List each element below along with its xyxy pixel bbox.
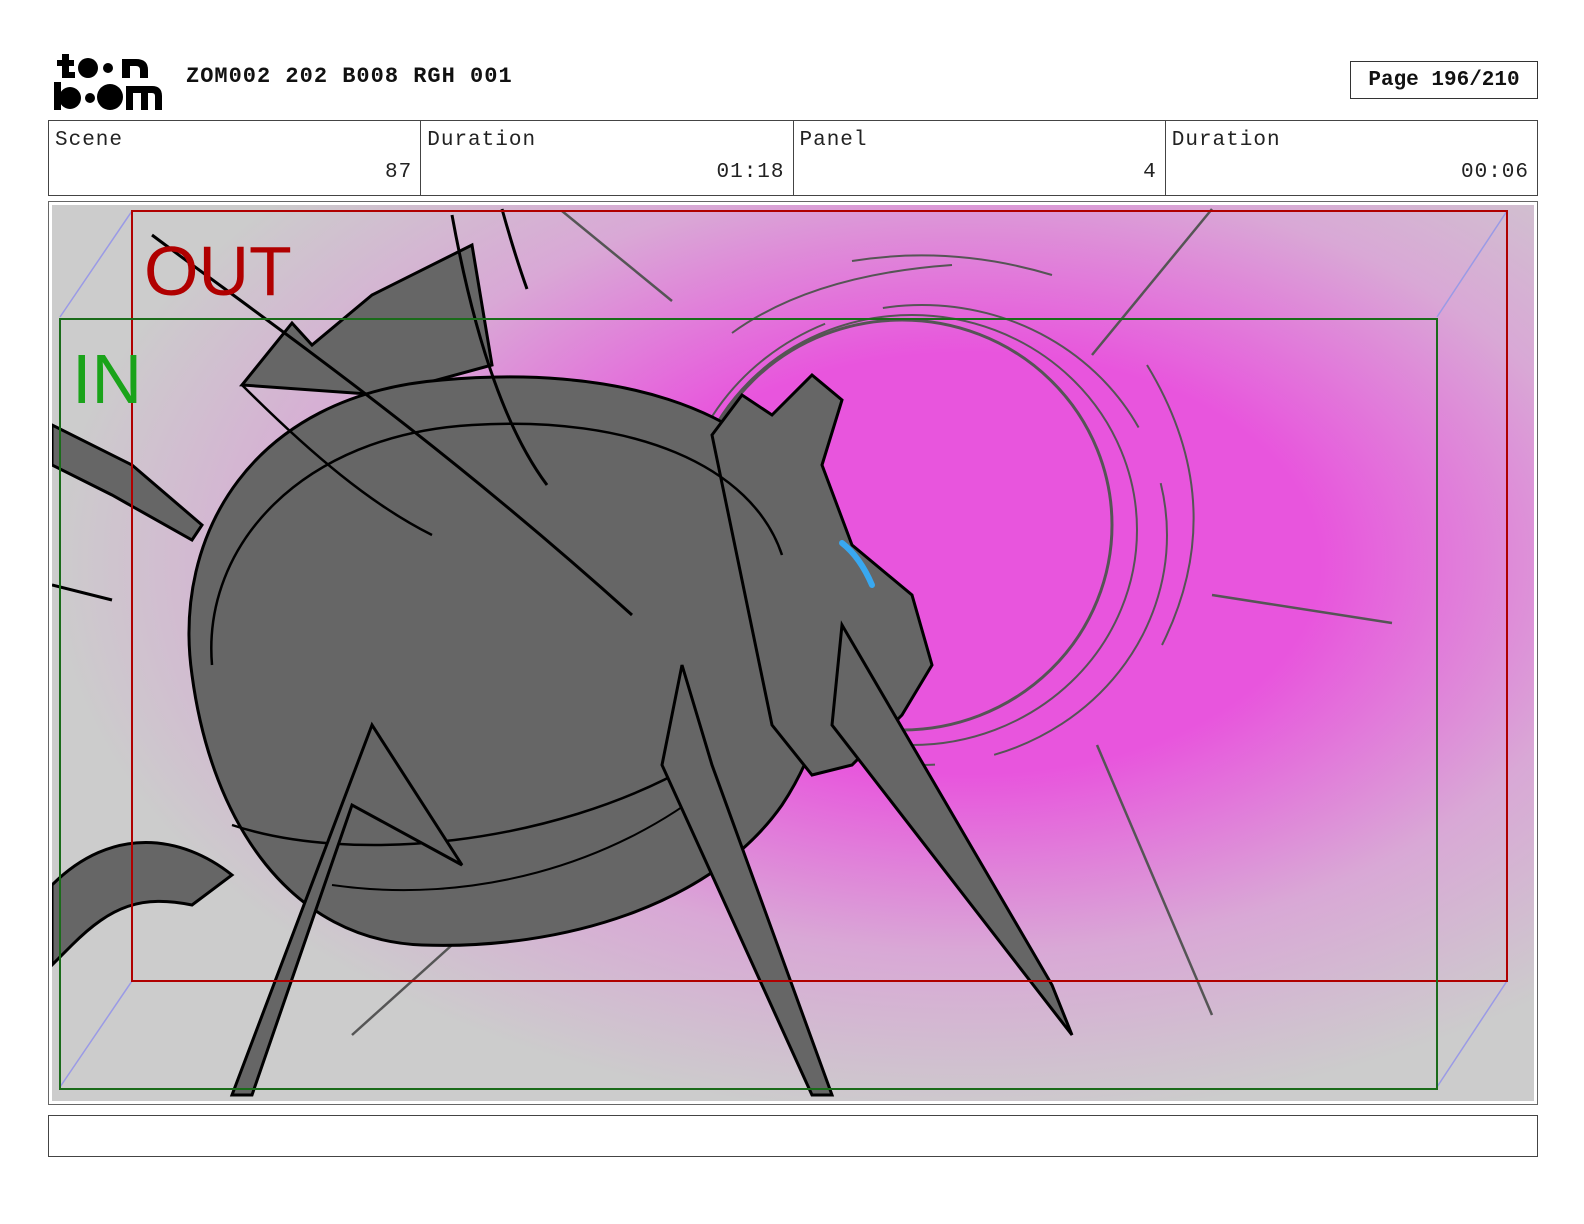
panel-drawing: OUT IN bbox=[52, 205, 1534, 1101]
toon-boom-logo bbox=[52, 50, 164, 112]
scene-cell: Scene 87 bbox=[49, 121, 422, 195]
scene-duration-value: 01:18 bbox=[716, 161, 785, 184]
scene-value: 87 bbox=[385, 161, 413, 184]
panel-cell: Panel 4 bbox=[794, 121, 1166, 195]
info-table: Scene 87 Duration 01:18 Panel 4 Duration… bbox=[48, 120, 1538, 196]
panel-duration-value: 00:06 bbox=[1460, 161, 1529, 184]
panel-duration-label: Duration bbox=[1171, 129, 1281, 152]
scene-label: Scene bbox=[55, 129, 124, 152]
caption-box bbox=[48, 1115, 1538, 1157]
scene-duration-label: Duration bbox=[427, 129, 537, 152]
document-title: ZOM002 202 B008 RGH 001 bbox=[186, 64, 513, 89]
in-label: IN bbox=[72, 340, 142, 418]
out-label: OUT bbox=[144, 232, 292, 310]
panel-duration-cell: Duration 00:06 bbox=[1166, 121, 1537, 195]
panel-value: 4 bbox=[1143, 161, 1157, 184]
page-indicator: Page 196/210 bbox=[1350, 61, 1538, 99]
scene-duration-cell: Duration 01:18 bbox=[421, 121, 794, 195]
panel-label: Panel bbox=[799, 129, 868, 152]
toon-boom-logo-mark bbox=[54, 54, 162, 110]
storyboard-panel: OUT IN bbox=[48, 201, 1538, 1105]
